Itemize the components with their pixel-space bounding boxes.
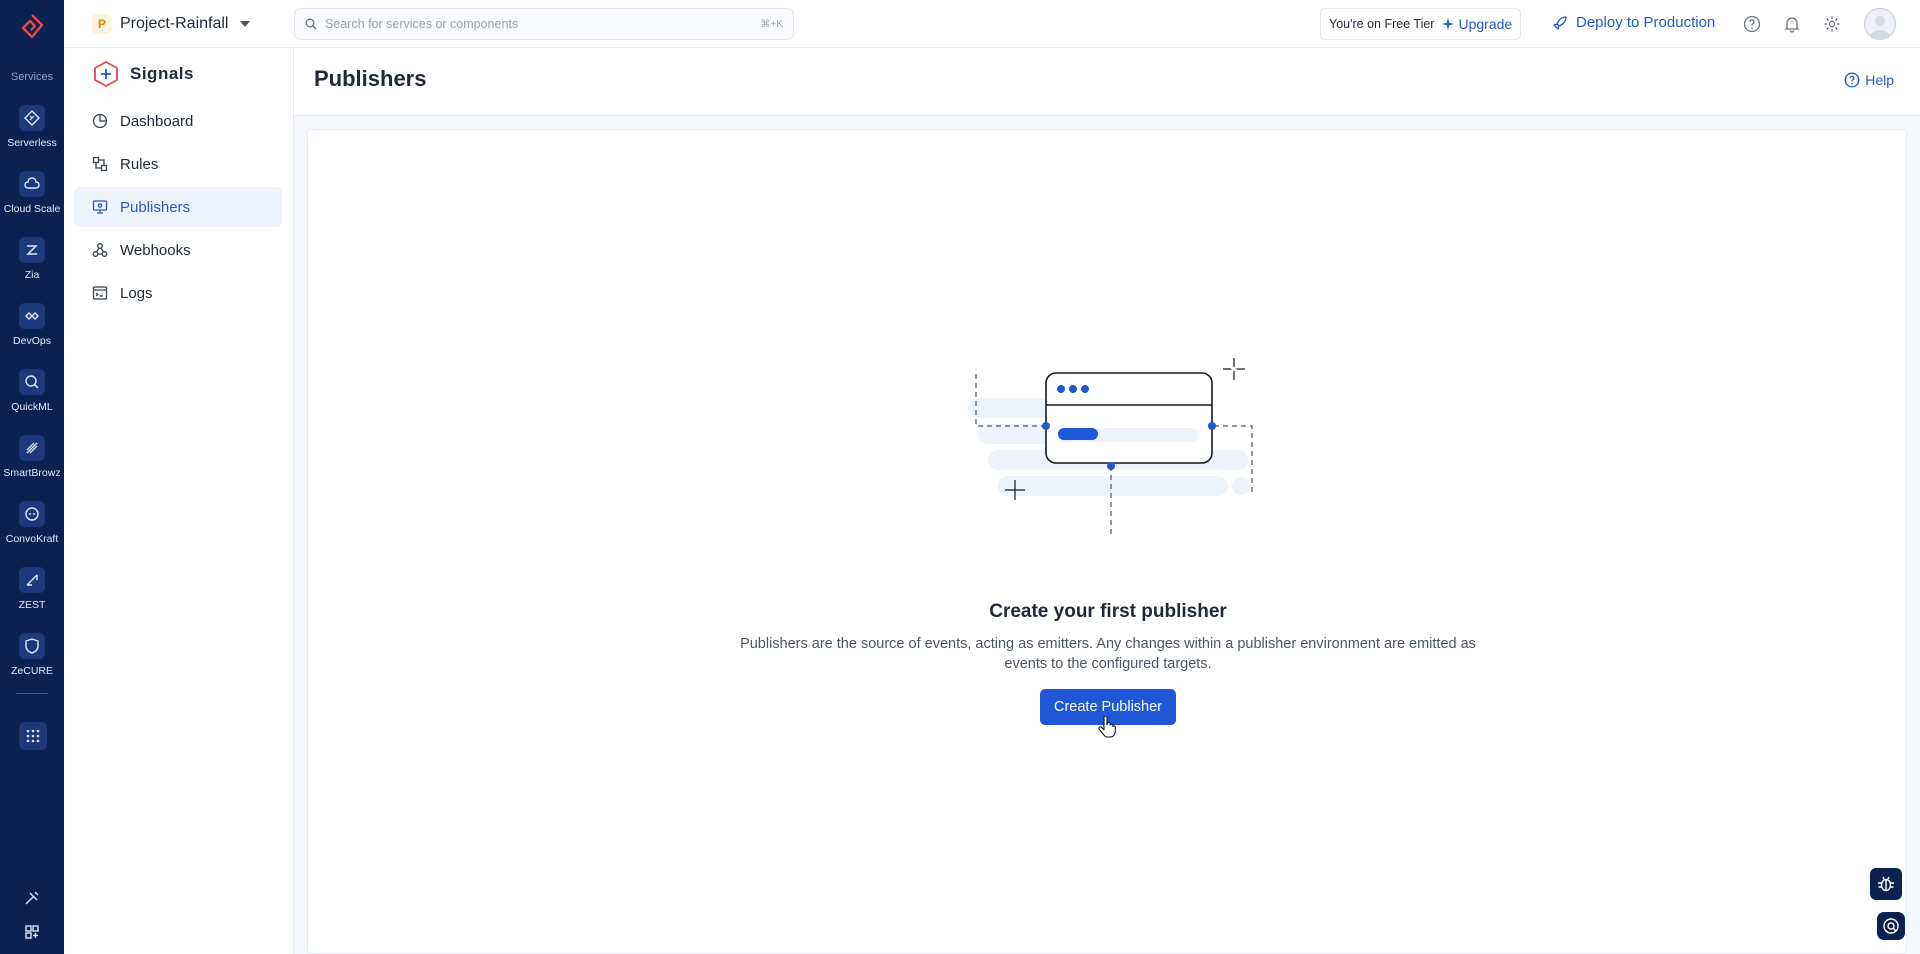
sidebar-item-logs[interactable]: Logs [74,273,282,313]
services-section-label: Services [10,71,54,83]
rail-item-label: Zia [24,269,40,281]
rail-item-label: ConvoKraft [5,533,59,545]
serverless-icon [19,105,45,131]
sidebar-item-label: Webhooks [120,241,191,259]
sidebar-item-publishers[interactable]: Publishers [74,187,282,227]
zia-icon [19,237,45,263]
zest-icon [19,567,45,593]
help-label: Help [1865,72,1894,88]
search-box[interactable]: ⌘+K [294,8,794,40]
sidebar-item-label: Logs [120,284,153,302]
rail-divider [16,693,48,694]
project-name: Project-Rainfall [120,15,229,32]
sidebar-item-label: Publishers [120,198,191,216]
rail-item-label: SmartBrowz [3,467,61,479]
convokraft-icon [19,501,45,527]
smartbrowz-icon [19,435,45,461]
help-circle-icon [1844,72,1860,88]
deploy-to-production-button[interactable]: Deploy to Production [1552,14,1715,31]
empty-state-title: Create your first publisher [989,601,1227,622]
rail-item-zia[interactable]: Zia [0,237,64,293]
rail-item-smartbrowz[interactable]: SmartBrowz [0,435,64,491]
bell-icon[interactable] [1782,14,1802,34]
tools-icon[interactable] [22,888,42,908]
zecure-icon [19,633,45,659]
rail-item-zest[interactable]: ZEST [0,567,64,623]
empty-state-description: Publishers are the source of events, act… [740,636,1476,672]
project-initial-badge: P [92,14,112,34]
widgets-icon[interactable] [22,922,42,942]
upgrade-button[interactable]: Upgrade [1442,16,1512,32]
service-title: Signals [130,64,194,83]
rail-item-quickml[interactable]: QuickML [0,369,64,425]
rocket-icon [1553,15,1567,30]
rail-item-serverless[interactable]: Serverless [0,105,64,161]
catalyst-logo-icon[interactable] [18,12,46,40]
page-title: Publishers [314,66,427,91]
tier-text: You're on Free Tier [1329,17,1435,31]
rail-item-convokraft[interactable]: ConvoKraft [0,501,64,557]
quickml-icon [19,369,45,395]
top-bar: P Project-Rainfall ⌘+K You're on Free Ti… [64,0,1920,48]
rail-item-zecure[interactable]: ZeCURE [0,633,64,689]
cloud-scale-icon [19,171,45,197]
search-shortcut: ⌘+K [760,18,783,30]
rail-item-cloud-scale[interactable]: Cloud Scale [0,171,64,227]
sidebar-item-webhooks[interactable]: Webhooks [74,230,282,270]
search-icon [305,18,317,30]
user-avatar[interactable] [1864,8,1896,40]
service-header: Signals [92,60,194,88]
page-header: Publishers Help [294,48,1920,116]
rail-item-label: ZeCURE [10,665,53,677]
services-rail: Services Serverless Cloud Scale Zia DevO… [0,0,64,954]
sidebar-item-rules[interactable]: Rules [74,144,282,184]
upgrade-label: Upgrade [1458,16,1513,32]
publisher-illustration [968,358,1253,538]
publishers-icon [92,200,108,214]
webhooks-icon [92,243,108,257]
rail-item-devops[interactable]: DevOps [0,303,64,359]
project-switcher[interactable]: P Project-Rainfall [92,12,251,36]
hand-pointer-icon [1098,716,1116,738]
help-link[interactable]: Help [1844,72,1894,88]
tier-banner: You're on Free Tier Upgrade [1320,8,1522,40]
chevron-down-icon [240,21,251,27]
sidebar-item-label: Rules [120,155,159,173]
bug-report-icon[interactable] [1870,868,1902,900]
dashboard-icon [92,113,108,129]
logs-icon [92,286,108,300]
gear-icon[interactable] [1822,14,1842,34]
signals-logo-icon [94,60,118,88]
deploy-label: Deploy to Production [1576,14,1716,31]
support-chat-icon[interactable] [1877,912,1905,940]
rail-item-label: Serverless [7,137,57,149]
sidebar-item-dashboard[interactable]: Dashboard [74,101,282,141]
apps-grid-icon[interactable] [19,722,47,750]
empty-state-card: Create your first publisher Publishers a… [307,129,1907,954]
rail-item-label: Cloud Scale [3,203,61,215]
rail-item-label: ZEST [18,599,46,611]
rail-item-label: QuickML [11,401,53,413]
search-input[interactable] [325,17,761,31]
service-sidebar: Signals Dashboard Rules Publishers Webho… [64,48,294,954]
rail-item-label: DevOps [13,335,51,347]
rules-icon [92,156,108,172]
devops-icon [19,303,45,329]
sidebar-item-label: Dashboard [120,112,194,130]
help-circle-icon[interactable] [1742,14,1762,34]
sparkle-icon [1442,18,1455,30]
